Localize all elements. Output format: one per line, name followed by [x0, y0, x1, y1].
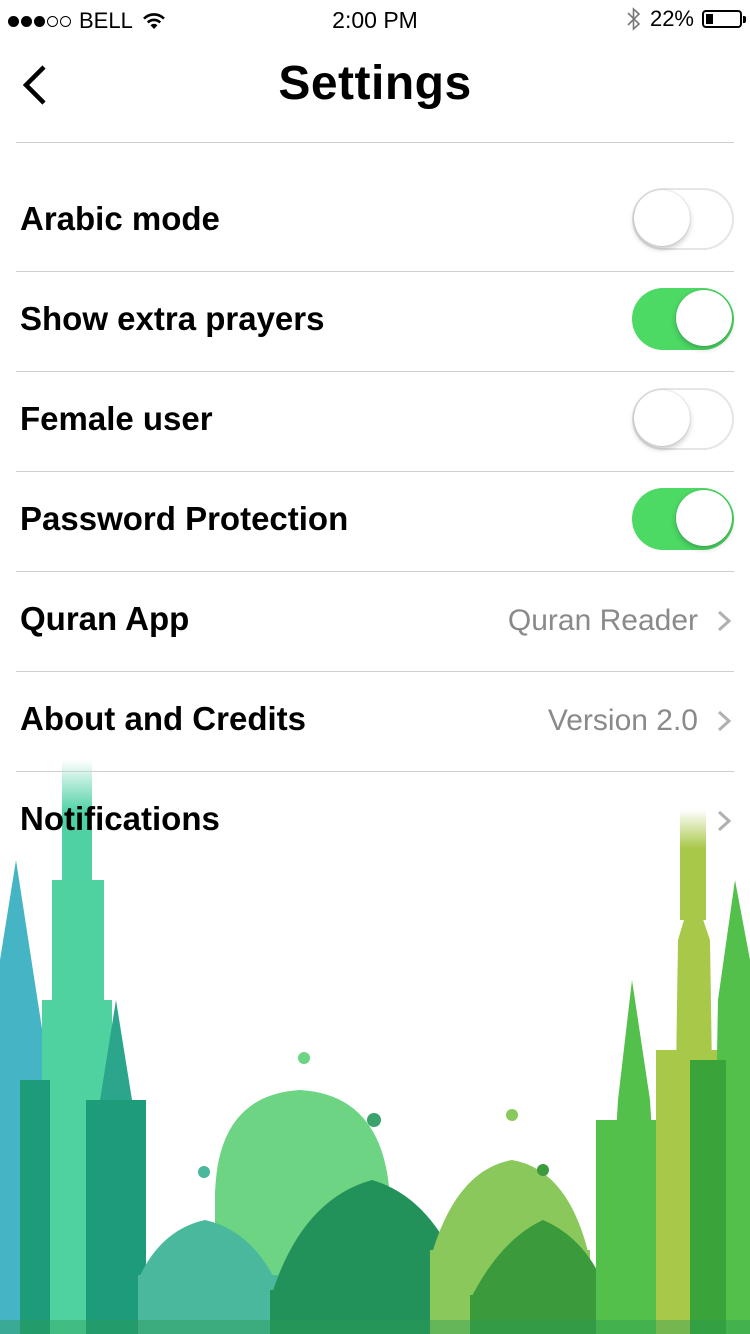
settings-row-arabic-mode[interactable]: Arabic mode — [0, 172, 750, 272]
page-title: Settings — [278, 57, 472, 110]
settings-list: Arabic mode Show extra prayers Female us… — [0, 172, 750, 872]
battery-percent: 22% — [649, 6, 694, 31]
status-right: 22% — [626, 6, 746, 32]
status-bar: BELL 2:00 PM 22% — [0, 0, 750, 40]
row-detail-value: Version 2.0 — [547, 704, 698, 737]
bluetooth-icon — [627, 7, 641, 31]
battery-level-fill — [706, 14, 713, 24]
row-label: Quran App — [20, 600, 190, 637]
settings-row-password-protection[interactable]: Password Protection — [0, 472, 750, 572]
settings-row-female-user[interactable]: Female user — [0, 372, 750, 472]
settings-row-notifications[interactable]: Notifications — [0, 772, 750, 872]
row-label: Arabic mode — [20, 200, 220, 237]
row-label: Notifications — [20, 800, 220, 837]
row-label: Password Protection — [20, 500, 349, 537]
settings-row-quran-app[interactable]: Quran App Quran Reader — [0, 572, 750, 672]
settings-row-show-extra-prayers[interactable]: Show extra prayers — [0, 272, 750, 372]
navigation-bar: Settings — [0, 40, 750, 142]
chevron-right-icon[interactable] — [716, 709, 732, 733]
show-extra-prayers-toggle[interactable] — [632, 288, 734, 350]
row-label: Female user — [20, 400, 213, 437]
chevron-right-icon[interactable] — [716, 809, 732, 833]
row-detail-value: Quran Reader — [507, 604, 698, 637]
chevron-right-icon[interactable] — [716, 609, 732, 633]
female-user-toggle[interactable] — [632, 388, 734, 450]
settings-row-about-and-credits[interactable]: About and Credits Version 2.0 — [0, 672, 750, 772]
divider — [16, 142, 734, 143]
row-label: About and Credits — [20, 700, 306, 737]
arabic-mode-toggle[interactable] — [632, 188, 734, 250]
row-label: Show extra prayers — [20, 300, 325, 337]
password-protection-toggle[interactable] — [632, 488, 734, 550]
battery-icon — [702, 10, 746, 28]
